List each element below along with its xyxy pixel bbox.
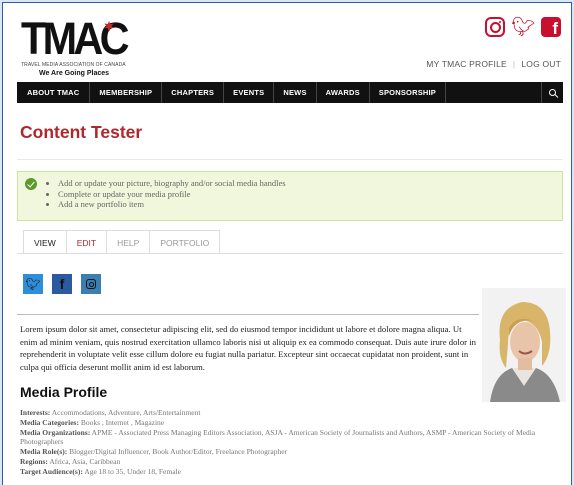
divider xyxy=(17,159,563,160)
tab-edit[interactable]: EDIT xyxy=(66,230,108,254)
notice-item: Add a new portfolio item xyxy=(58,199,286,210)
detail-label: Interests: xyxy=(20,408,51,417)
detail-label: Target Audience(s): xyxy=(20,466,83,476)
detail-row: Target Audience(s): Age 18 to 35, Under … xyxy=(20,467,550,477)
main-nav: ABOUT TMAC MEMBERSHIP CHAPTERS EVENTS NE… xyxy=(17,82,563,103)
facebook-icon[interactable]: f xyxy=(541,17,561,38)
search-button[interactable] xyxy=(541,82,563,103)
tabs-underline xyxy=(17,253,563,254)
profile-notice: Add or update your picture, biography an… xyxy=(17,171,563,221)
detail-row: Media Organizations: APME - Associated P… xyxy=(20,428,550,448)
browser-frame: TMAC TRAVEL MEDIA ASSOCIATION OF CANADA … xyxy=(2,2,572,485)
detail-row: Interests: Accommodations, Adventure, Ar… xyxy=(20,408,550,418)
page-title: Content Tester xyxy=(20,122,143,142)
divider xyxy=(17,314,479,315)
my-profile-link[interactable]: MY TMAC PROFILE xyxy=(426,59,507,69)
nav-item-awards[interactable]: AWARDS xyxy=(317,82,370,103)
instagram-icon[interactable] xyxy=(81,274,101,294)
nav-item-chapters[interactable]: CHAPTERS xyxy=(162,82,225,103)
notice-item: Add or update your picture, biography an… xyxy=(58,178,286,189)
tab-view[interactable]: VIEW xyxy=(23,230,67,254)
link-separator: | xyxy=(512,59,516,69)
nav-item-sponsorship[interactable]: SPONSORSHIP xyxy=(370,82,446,103)
detail-label: Regions: xyxy=(20,456,48,466)
tab-help[interactable]: HELP xyxy=(107,230,151,254)
profile-social-links: 🐦︎ f xyxy=(23,274,101,294)
detail-row: Media Categories: Books , Internet , Mag… xyxy=(20,418,550,428)
notice-list: Add or update your picture, biography an… xyxy=(58,178,286,210)
nav-item-news[interactable]: NEWS xyxy=(274,82,317,103)
notice-item: Complete or update your media profile xyxy=(58,189,286,200)
nav-item-events[interactable]: EVENTS xyxy=(224,82,275,103)
logout-link[interactable]: LOG OUT xyxy=(521,59,561,69)
logo-subtitle: TRAVEL MEDIA ASSOCIATION OF CANADA xyxy=(21,62,126,68)
user-links: MY TMAC PROFILE | LOG OUT xyxy=(426,59,561,69)
instagram-icon[interactable] xyxy=(485,17,505,37)
media-profile-heading: Media Profile xyxy=(20,384,108,400)
detail-row: Media Role(s): Blogger/Digital Influence… xyxy=(20,447,550,457)
bio-text: Lorem ipsum dolor sit amet, consectetur … xyxy=(20,324,476,372)
nav-item-membership[interactable]: MEMBERSHIP xyxy=(90,82,163,103)
search-icon xyxy=(549,89,556,96)
check-circle-icon xyxy=(25,178,37,190)
media-profile-details: Interests: Accommodations, Adventure, Ar… xyxy=(20,408,550,477)
detail-label: Media Role(s): xyxy=(20,447,68,457)
detail-value: APME - Associated Press Managing Editors… xyxy=(20,427,536,447)
header-social-links: 🐦︎ f xyxy=(485,17,561,38)
detail-value: Age 18 to 35, Under 18, Female xyxy=(84,466,181,476)
tab-portfolio[interactable]: PORTFOLIO xyxy=(150,230,221,254)
twitter-icon[interactable]: 🐦︎ xyxy=(511,17,535,37)
detail-value: Blogger/Digital Influencer, Book Author/… xyxy=(69,447,288,457)
nav-item-about[interactable]: ABOUT TMAC xyxy=(17,82,91,103)
detail-label: Media Categories: xyxy=(20,417,79,427)
facebook-icon[interactable]: f xyxy=(52,274,72,294)
tmac-logo[interactable]: TMAC TRAVEL MEDIA ASSOCIATION OF CANADA … xyxy=(17,13,130,79)
detail-label: Media Organizations: xyxy=(20,427,91,437)
profile-photo xyxy=(482,288,566,402)
profile-tabs: VIEW EDIT HELP PORTFOLIO xyxy=(23,230,221,254)
detail-value: Books , Internet , Magazine xyxy=(80,417,165,427)
detail-row: Regions: Africa, Asia, Caribbean xyxy=(20,457,550,467)
twitter-icon[interactable]: 🐦︎ xyxy=(23,274,43,294)
logo-wordmark: TMAC xyxy=(21,13,130,64)
logo-tagline: We Are Going Places xyxy=(39,70,110,77)
detail-value: Accommodations, Adventure, Arts/Entertai… xyxy=(51,408,201,417)
detail-value: Africa, Asia, Caribbean xyxy=(49,456,121,466)
